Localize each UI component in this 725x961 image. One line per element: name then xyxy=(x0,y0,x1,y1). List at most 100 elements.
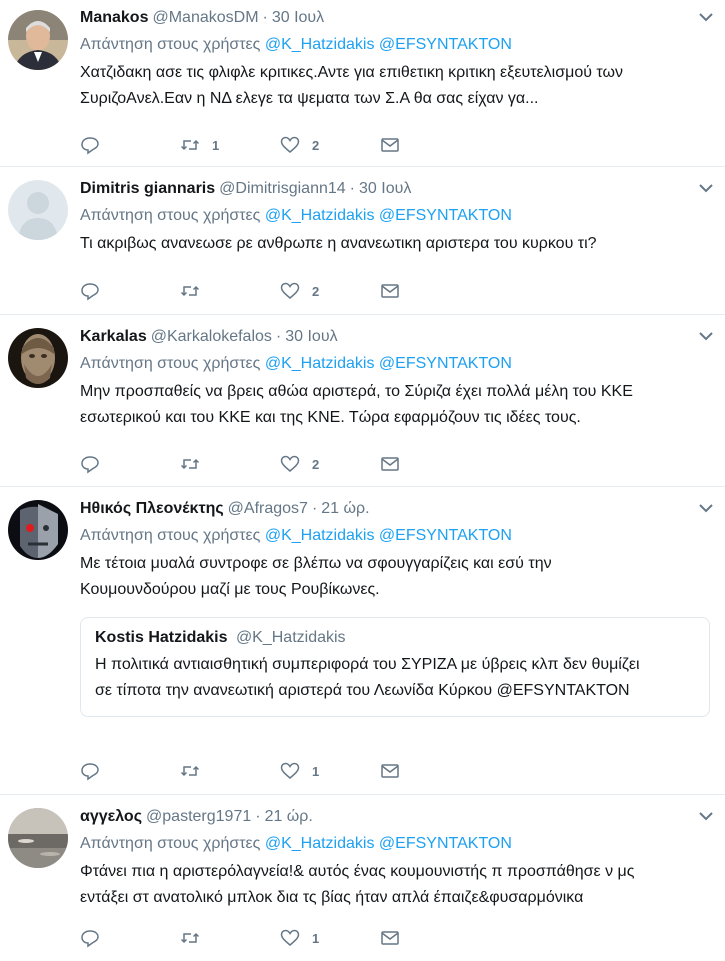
reply-button[interactable] xyxy=(80,135,180,155)
reply-context: Απάντηση στους χρήστες @K_Hatzidakis @EF… xyxy=(80,833,710,855)
caret-down-icon[interactable] xyxy=(697,499,715,517)
tweet-text-line: εντάξει στ ανατολικό μπλοκ δια τς βίας ή… xyxy=(80,889,584,906)
like-button[interactable]: 2 xyxy=(280,281,380,301)
timestamp[interactable]: 30 Ιουλ xyxy=(285,327,337,347)
reply-button[interactable] xyxy=(80,761,180,781)
caret-down-icon[interactable] xyxy=(697,179,715,197)
mention-link[interactable]: @K_Hatzidakis xyxy=(265,835,375,852)
retweet-icon xyxy=(180,285,200,297)
tweet-text-line: Με τέτοια μυαλά συντροφε σε βλέπω να σφο… xyxy=(80,555,552,572)
like-icon xyxy=(280,762,300,779)
like-count: 2 xyxy=(312,456,320,472)
like-button[interactable]: 1 xyxy=(280,761,380,781)
reply-context: Απάντηση στους χρήστες @K_Hatzidakis @EF… xyxy=(80,34,710,56)
dm-button[interactable] xyxy=(380,135,480,155)
like-count: 2 xyxy=(312,283,320,299)
caret-down-icon[interactable] xyxy=(697,807,715,825)
retweet-button[interactable] xyxy=(180,928,280,948)
reply-context: Απάντηση στους χρήστες @K_Hatzidakis @EF… xyxy=(80,205,710,227)
reply-prefix: Απάντηση στους χρήστες xyxy=(80,527,261,544)
quoted-user-handle[interactable]: @K_Hatzidakis xyxy=(236,629,346,646)
user-handle[interactable]: @ManakosDM xyxy=(152,8,258,28)
tweet-text: Μην προσπαθείς να βρεις αθώα αριστερά, τ… xyxy=(80,379,710,431)
separator: · xyxy=(262,9,268,26)
quoted-text: Η πολιτικά αντιαισθητική συμπεριφορά του… xyxy=(95,652,695,704)
tweet-text-line: Κουμουνδούρου μαζί με τους Ρουβίκωνες. xyxy=(80,581,380,598)
mention-link[interactable]: @EFSYNTAKTON xyxy=(379,527,512,544)
mention-link[interactable]: @K_Hatzidakis xyxy=(265,527,375,544)
display-name[interactable]: Manakos xyxy=(80,8,148,28)
like-icon xyxy=(280,136,300,153)
dm-button[interactable] xyxy=(380,281,480,301)
retweet-button[interactable] xyxy=(180,454,280,474)
timestamp[interactable]: 21 ώρ. xyxy=(265,807,313,827)
avatar[interactable] xyxy=(8,328,68,388)
retweet-button[interactable]: 1 xyxy=(180,135,280,155)
mention-link[interactable]: @EFSYNTAKTON xyxy=(379,835,512,852)
separator: · xyxy=(255,808,261,825)
tweet-text: Χατζιδακη ασε τις φλιφλε κριτικες.Αντε γ… xyxy=(80,60,710,112)
tweet[interactable]: αγγελος @pasterg1971 · 21 ώρ. Απάντηση σ… xyxy=(0,795,725,961)
dm-icon xyxy=(381,284,399,298)
reply-button[interactable] xyxy=(80,281,180,301)
tweet-text-line: Τι ακριβως ανανεωσε ρε ανθρωπε η ανανεωτ… xyxy=(80,235,597,252)
reply-prefix: Απάντηση στους χρήστες xyxy=(80,835,261,852)
tweet[interactable]: Dimitris giannaris @Dimitrisgiann14 · 30… xyxy=(0,167,725,315)
mention-link[interactable]: @EFSYNTAKTON xyxy=(379,207,512,224)
timestamp[interactable]: 21 ώρ. xyxy=(321,499,369,519)
tweet[interactable]: Karkalas @Karkalokefalos · 30 Ιουλ Απάντ… xyxy=(0,315,725,487)
caret-down-icon[interactable] xyxy=(697,327,715,345)
avatar[interactable] xyxy=(8,180,68,240)
like-button[interactable]: 1 xyxy=(280,928,380,948)
user-handle[interactable]: @Karkalokefalos xyxy=(151,327,272,347)
like-icon xyxy=(280,282,300,299)
reply-button[interactable] xyxy=(80,928,180,948)
caret-down-icon[interactable] xyxy=(697,8,715,26)
quoted-display-name[interactable]: Kostis Hatzidakis xyxy=(95,629,227,646)
display-name[interactable]: Karkalas xyxy=(80,327,147,347)
tweet[interactable]: Ηθικός Πλεονέκτης @Afragos7 · 21 ώρ. Απά… xyxy=(0,487,725,795)
dm-button[interactable] xyxy=(380,454,480,474)
mention-link[interactable]: @K_Hatzidakis xyxy=(265,36,375,53)
reply-button[interactable] xyxy=(80,454,180,474)
display-name[interactable]: αγγελος xyxy=(80,807,142,827)
separator: · xyxy=(275,328,282,345)
avatar[interactable] xyxy=(8,10,68,70)
timestamp[interactable]: 30 Ιουλ xyxy=(272,8,324,28)
tweet-text-line: Φτάνει πια η αριστερόλαγνεία!& αυτός ένα… xyxy=(80,863,635,880)
reply-icon xyxy=(81,283,99,301)
user-handle[interactable]: @Afragos7 xyxy=(228,499,308,519)
retweet-button[interactable] xyxy=(180,281,280,301)
dm-icon xyxy=(381,764,399,778)
quoted-text-line: σε τίποτα την ανανεωτική αριστερά του Λε… xyxy=(95,682,630,699)
separator: · xyxy=(311,500,318,517)
quoted-tweet[interactable]: Kostis Hatzidakis @K_Hatzidakis Η πολιτι… xyxy=(80,617,710,717)
user-handle[interactable]: @Dimitrisgiann14 xyxy=(219,179,346,199)
avatar[interactable] xyxy=(8,500,68,560)
retweet-icon xyxy=(180,932,200,944)
dm-button[interactable] xyxy=(380,928,480,948)
retweet-button[interactable] xyxy=(180,761,280,781)
like-button[interactable]: 2 xyxy=(280,454,380,474)
like-button[interactable]: 2 xyxy=(280,135,380,155)
display-name[interactable]: Dimitris giannaris xyxy=(80,179,215,199)
timestamp[interactable]: 30 Ιουλ xyxy=(359,179,411,199)
dm-button[interactable] xyxy=(380,761,480,781)
separator: · xyxy=(349,180,355,197)
avatar[interactable] xyxy=(8,808,68,868)
mention-link[interactable]: @K_Hatzidakis xyxy=(265,355,375,372)
dm-icon xyxy=(381,457,399,471)
retweet-icon xyxy=(180,458,200,470)
like-count: 1 xyxy=(312,930,320,946)
retweet-icon xyxy=(180,139,200,151)
tweet[interactable]: Manakos @ManakosDM · 30 Ιουλ Απάντηση στ… xyxy=(0,0,725,167)
mention-link[interactable]: @EFSYNTAKTON xyxy=(379,355,512,372)
tweet-text-line: Μην προσπαθείς να βρεις αθώα αριστερά, τ… xyxy=(80,383,633,400)
mention-link[interactable]: @K_Hatzidakis xyxy=(265,207,375,224)
mention-link[interactable]: @EFSYNTAKTON xyxy=(379,36,512,53)
dm-icon xyxy=(381,138,399,152)
user-handle[interactable]: @pasterg1971 xyxy=(146,807,251,827)
display-name[interactable]: Ηθικός Πλεονέκτης xyxy=(80,499,224,519)
reply-context: Απάντηση στους χρήστες @K_Hatzidakis @EF… xyxy=(80,525,710,547)
reply-icon xyxy=(81,930,99,948)
